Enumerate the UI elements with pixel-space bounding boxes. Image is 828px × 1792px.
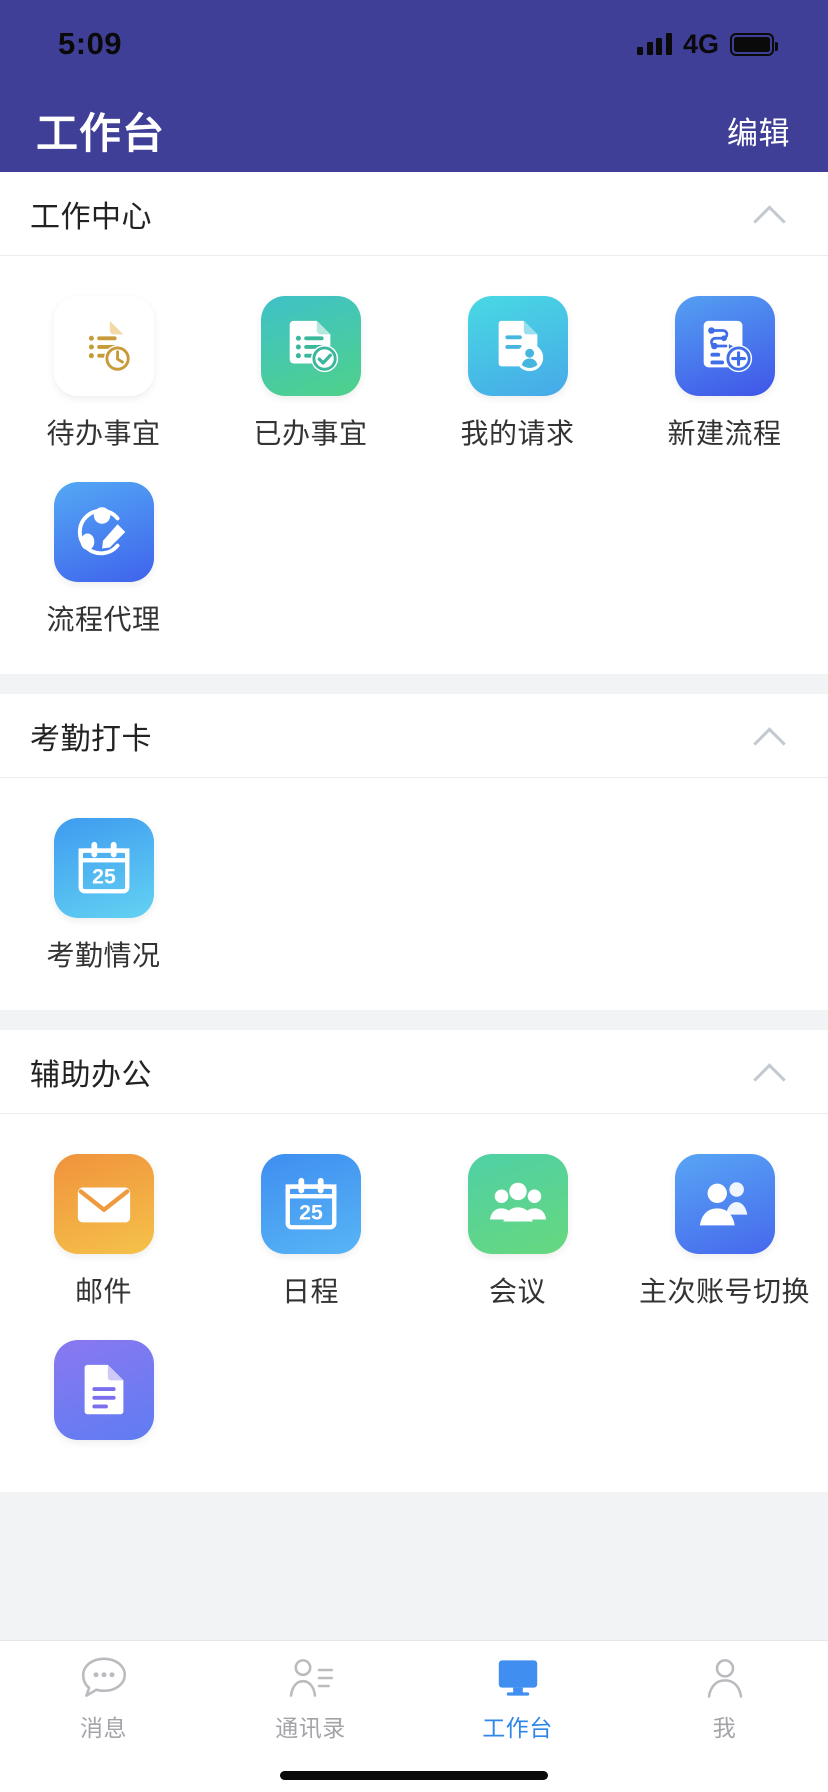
app-root: 5:09 4G 工作台 编辑 工作中心待办事宜 已办事宜 我的请求 新建流程流程代理考… (0, 0, 828, 1792)
app-tile-label: 待办事宜 (46, 418, 161, 449)
chevron-up-icon[interactable] (754, 197, 788, 231)
section-divider (0, 674, 828, 694)
section-title: 辅助办公 (30, 1058, 152, 1092)
document-clock-icon[interactable] (54, 296, 154, 396)
app-tile-document-lines-icon[interactable] (0, 1326, 207, 1472)
app-tile-label: 考勤情况 (46, 940, 161, 971)
app-grid: 25 考勤情况 (0, 778, 828, 1010)
account-switch-icon[interactable] (674, 1154, 775, 1254)
tab-label: 消息 (80, 1715, 127, 1741)
section-1: 考勤打卡 25 考勤情况 (0, 694, 828, 1010)
svg-text:25: 25 (299, 1201, 323, 1225)
section-title: 工作中心 (30, 200, 152, 234)
envelope-icon[interactable] (53, 1154, 154, 1254)
signal-bars-icon (637, 33, 672, 55)
chevron-up-icon[interactable] (754, 719, 788, 753)
app-tile-label: 日程 (281, 1276, 339, 1307)
section-2: 辅助办公邮件 25 日程 会议 主次账号切换 (0, 1030, 828, 1492)
content-scroll-area[interactable]: 工作中心待办事宜 已办事宜 我的请求 新建流程流程代理考勤打卡 25 考勤情况辅助办公邮件… (0, 172, 828, 1640)
section-header[interactable]: 工作中心 (0, 172, 828, 256)
app-tile-label: 流程代理 (46, 604, 161, 635)
app-tile-group-people-icon[interactable]: 会议 (414, 1140, 621, 1326)
app-tile-process-delegate-icon[interactable]: 流程代理 (0, 468, 207, 654)
person-icon[interactable] (698, 1653, 752, 1703)
section-header[interactable]: 考勤打卡 (0, 694, 828, 778)
edit-button[interactable]: 编辑 (727, 108, 790, 153)
home-indicator-area (0, 1758, 828, 1792)
section-header[interactable]: 辅助办公 (0, 1030, 828, 1114)
tab-person[interactable]: 我 (621, 1653, 828, 1743)
app-tile-document-check-icon[interactable]: 已办事宜 (207, 282, 414, 468)
nav-bar: 工作台 编辑 (0, 88, 828, 172)
document-check-icon[interactable] (260, 296, 361, 396)
network-type-label: 4G (682, 28, 719, 59)
app-grid: 邮件 25 日程 会议 主次账号切换 (0, 1114, 828, 1492)
app-tile-flowchart-plus-icon[interactable]: 新建流程 (621, 282, 828, 468)
flowchart-plus-icon[interactable] (674, 296, 775, 396)
section-0: 工作中心待办事宜 已办事宜 我的请求 新建流程流程代理 (0, 172, 828, 674)
home-indicator[interactable] (280, 1770, 548, 1780)
app-tile-label: 新建流程 (667, 418, 782, 449)
app-tile-label: 我的请求 (460, 418, 575, 449)
bottom-tab-bar: 消息 通讯录 工作台 我 (0, 1640, 828, 1758)
tab-workbench-monitor[interactable]: 工作台 (414, 1653, 621, 1743)
status-time: 5:09 (58, 26, 123, 61)
group-people-icon[interactable] (467, 1154, 568, 1254)
app-tile-label: 主次账号切换 (638, 1276, 810, 1307)
svg-text:25: 25 (92, 865, 116, 889)
app-grid: 待办事宜 已办事宜 我的请求 新建流程流程代理 (0, 256, 828, 674)
battery-full-icon (730, 32, 778, 56)
app-tile-account-switch-icon[interactable]: 主次账号切换 (621, 1140, 828, 1326)
section-divider (0, 1010, 828, 1030)
app-tile-document-clock-icon[interactable]: 待办事宜 (0, 282, 207, 468)
chevron-up-icon[interactable] (754, 1055, 788, 1089)
app-tile-envelope-icon[interactable]: 邮件 (0, 1140, 207, 1326)
calendar-25-icon[interactable]: 25 (260, 1154, 361, 1254)
app-tile-label: 会议 (488, 1276, 546, 1307)
app-tile-calendar-25-icon[interactable]: 25 考勤情况 (0, 804, 207, 990)
contacts-icon[interactable] (284, 1653, 338, 1703)
app-tile-label: 已办事宜 (253, 418, 368, 449)
document-person-icon[interactable] (467, 296, 568, 396)
status-bar: 5:09 4G (0, 0, 828, 88)
chat-bubble-icon[interactable] (77, 1653, 131, 1703)
app-tile-calendar-25-icon[interactable]: 25 日程 (207, 1140, 414, 1326)
tab-label: 我 (712, 1715, 737, 1741)
status-indicators: 4G (637, 28, 778, 60)
tab-contacts[interactable]: 通讯录 (207, 1653, 414, 1743)
tab-chat-bubble[interactable]: 消息 (0, 1653, 207, 1743)
tab-label: 工作台 (482, 1715, 553, 1741)
app-tile-document-person-icon[interactable]: 我的请求 (414, 282, 621, 468)
workbench-monitor-icon[interactable] (491, 1653, 545, 1703)
process-delegate-icon[interactable] (53, 482, 154, 582)
app-tile-label: 邮件 (74, 1276, 132, 1307)
calendar-25-icon[interactable]: 25 (53, 818, 154, 918)
tab-label: 通讯录 (275, 1715, 346, 1741)
page-title: 工作台 (36, 109, 166, 157)
document-lines-icon[interactable] (53, 1340, 154, 1440)
section-title: 考勤打卡 (30, 722, 152, 756)
